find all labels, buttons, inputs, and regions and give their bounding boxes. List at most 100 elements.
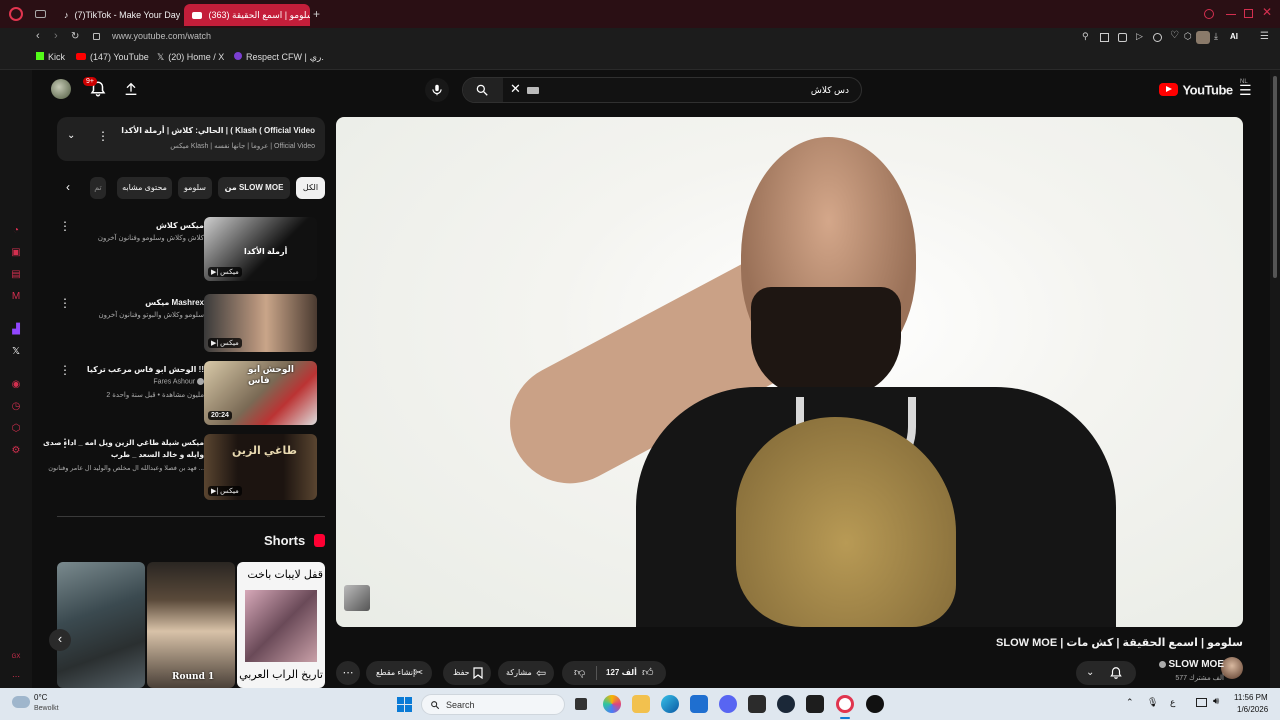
x-sidebar-icon[interactable]: 𝕏 [10,346,22,358]
extensions-sidebar-icon[interactable]: ⬡ [10,423,22,435]
chip-partial[interactable]: تم [90,177,106,199]
video-miniplayer-avatar[interactable] [344,585,370,611]
reload-icon[interactable]: ↻ [71,31,79,42]
channel-avatar[interactable] [1221,657,1243,679]
new-tab-button[interactable]: + [313,7,320,21]
opera-menu-icon[interactable] [9,7,23,21]
like-button[interactable]: 👍︎ [642,661,654,685]
share-button[interactable]: مشاركة ⇦ [498,661,554,685]
tab-list-icon[interactable] [35,10,46,18]
profile-avatar[interactable] [1196,31,1210,44]
more-icon[interactable]: ⋯ [10,671,22,683]
notifications-button[interactable]: 9+ [83,77,109,100]
github-icon[interactable] [866,695,884,713]
voice-search-button[interactable] [425,78,449,102]
volume-icon[interactable]: 🔊︎ [1213,696,1219,707]
start-button[interactable] [397,697,412,712]
shorts-prev-button[interactable]: ‹ [49,629,71,651]
file-explorer-icon[interactable] [632,695,650,713]
list-item[interactable]: ⋮ ميكس Mashrex سلومو وكلاش والبوتو وفنان… [56,294,326,364]
clip-button[interactable]: إنشاء مقطع ✂ [366,661,432,685]
clock-time[interactable]: 11:56 PM [1234,693,1268,702]
list-item[interactable]: ⋮ الوحش ابو فاس مرعب تركيا !! Fares Asho… [56,361,326,431]
item-menu-button[interactable]: ⋮ [59,363,71,377]
browser-menu-icon[interactable]: ☰ [1260,31,1269,42]
more-actions-button[interactable]: ⋯ [336,661,360,685]
rec-thumbnail[interactable]: ▶| ميكس [204,294,317,352]
youtube-logo[interactable]: YouTube NL [1159,79,1248,99]
settings-icon[interactable]: ⚙ [10,445,22,457]
search-tabs-icon[interactable] [1204,9,1214,19]
task-view-icon[interactable] [575,698,587,710]
extensions-icon[interactable]: ⬡ [1184,31,1192,42]
copilot-icon[interactable] [603,695,621,713]
discord-icon[interactable] [719,695,737,713]
maximize-button[interactable] [1244,9,1253,18]
gx-icon[interactable]: GX [10,651,22,663]
channel-name[interactable]: SLOW MOE [1158,659,1224,670]
short-item[interactable] [57,562,145,688]
rec-thumbnail[interactable]: أرملة الأكدا ▶| ميكس [204,217,317,281]
bookmark-youtube[interactable]: (147) YouTube [76,52,149,62]
chip-all[interactable]: الكل [296,177,325,199]
pin-icon[interactable]: ⚲ [1082,31,1089,42]
item-menu-button[interactable]: ⋮ [59,296,71,310]
messenger-icon[interactable]: ▤ [10,269,22,281]
weather-desc[interactable]: Bewolkt [34,705,59,712]
chip-related[interactable]: محتوى مشابه [117,177,172,199]
search-button[interactable] [463,78,503,102]
short-item[interactable]: قفل لايبات باخت تاريخ الراب العربي [237,562,325,688]
history-icon[interactable]: ◷ [10,401,22,413]
dislike-button[interactable]: 👎︎ [574,661,585,685]
bookmark-kick[interactable]: Kick [36,52,65,62]
forward-button[interactable]: › [54,30,58,42]
guide-menu-button[interactable]: ☰ [1239,82,1252,99]
weather-icon[interactable] [12,696,30,708]
chip-from-slowmoe[interactable]: من SLOW MOE [218,177,290,199]
spotify-like-icon[interactable] [806,695,824,713]
opera-gx-taskbar-icon[interactable] [836,695,854,713]
heart-icon[interactable]: ♡ [1170,30,1179,41]
collapse-mix-button[interactable]: ⌄ [67,130,75,141]
mix-menu-button[interactable]: ⋮ [97,129,109,143]
item-menu-button[interactable]: ⋮ [59,219,71,233]
weather-temp[interactable]: 0°C [34,693,47,702]
player-icon[interactable]: ◉ [10,379,22,391]
short-item[interactable]: Round 1 [147,562,235,688]
tab-tiktok[interactable]: ♪ (7)TikTok - Make Your Day [56,4,180,26]
bookmark-overflow[interactable]: ري. [310,52,324,63]
user-avatar[interactable] [51,79,71,99]
aria-ai-button[interactable]: AI [1230,32,1238,41]
snapshot-icon[interactable] [1100,33,1109,42]
steam-icon[interactable] [777,695,795,713]
bookmark-respect[interactable]: Respect CFW | ... [234,52,317,62]
rec-thumbnail[interactable]: الوحش ابو فاس 20:24 [204,361,317,425]
close-window-button[interactable]: ✕ [1262,5,1272,19]
network-icon[interactable] [1196,698,1207,707]
back-button[interactable]: ‹ [36,30,40,42]
music-icon[interactable]: M [10,291,22,303]
download-icon[interactable]: ⤓ [1214,31,1218,42]
language-indicator[interactable]: ع [1170,697,1175,708]
scrollbar-thumb[interactable] [1273,76,1277,278]
minimize-button[interactable] [1226,14,1236,15]
aria-icon[interactable]: ◔ [10,225,22,237]
edge-icon[interactable] [661,695,679,713]
microphone-tray-icon[interactable]: 🎙︎ [1147,697,1158,708]
rec-thumbnail[interactable]: طاغي الزين ▶| ميكس [204,434,317,500]
tab-youtube-active[interactable]: سلومو | اسمع الحقيقة (363) [184,4,310,26]
chip-slomo[interactable]: سلومو [178,177,212,199]
list-item[interactable]: ⋮ ميكس كلاش كلاش وكلاش وسلومو وفنانون آخ… [56,217,326,287]
keyboard-icon[interactable] [527,87,539,94]
save-button[interactable]: حفظ [443,661,491,685]
terminal-icon[interactable] [748,695,766,713]
clock-date[interactable]: 1/6/2026 [1237,705,1268,714]
url-field[interactable]: www.youtube.com/watch [112,31,211,41]
subscribe-bell-button[interactable]: ⌄ [1076,661,1136,685]
wallet-icon[interactable] [1153,33,1162,42]
bookmark-x[interactable]: 𝕏 (20) Home / X [157,52,224,63]
clear-search-button[interactable]: ✕ [510,81,521,97]
video-player[interactable] [336,117,1243,627]
upload-button[interactable] [123,81,139,102]
list-item[interactable]: ⋮ ميكس شيلة طاغي الزين ويل امه _ اداء صد… [43,434,326,504]
